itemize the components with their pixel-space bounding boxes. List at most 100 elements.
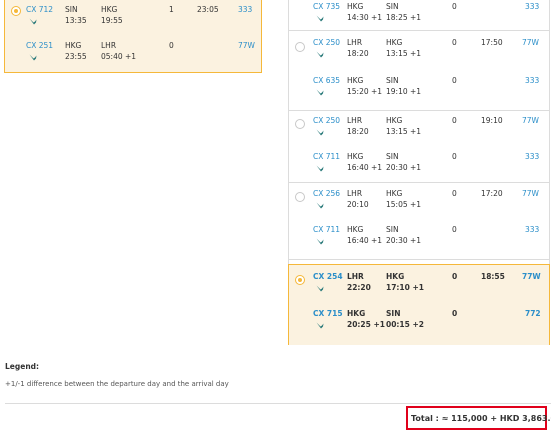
segment-row: CX 712 SIN HKG 13:35 19:55 1 23:05 333 — [5, 0, 261, 27]
flight-number-link[interactable]: CX 254 — [313, 272, 343, 282]
cathay-brushwing-icon — [316, 284, 324, 292]
journey-duration: 23:05 — [197, 5, 219, 14]
cathay-brushwing-icon — [316, 237, 324, 245]
inbound-option[interactable]: CX 256 LHR HKG 20:10 15:05 +1 0 17:20 77… — [289, 183, 549, 260]
aircraft-type-link[interactable]: 333 — [525, 76, 539, 86]
departure-time: 16:40 +1 — [347, 163, 383, 172]
outbound-selected-option[interactable]: CX 712 SIN HKG 13:35 19:55 1 23:05 333 C… — [4, 0, 262, 73]
arrival-time: 17:10 +1 — [386, 283, 424, 292]
cathay-brushwing-icon — [316, 164, 324, 172]
destination-airport: HKG — [386, 116, 403, 125]
divider — [5, 403, 551, 404]
legend-title: Legend: — [5, 362, 40, 371]
journey-duration: 19:10 — [481, 116, 503, 125]
aircraft-type-link[interactable]: 77W — [522, 272, 541, 282]
departure-time: 20:25 +1 — [347, 320, 385, 329]
aircraft-type-link[interactable]: 77W — [522, 116, 539, 126]
aircraft-type-link[interactable]: 772 — [525, 309, 541, 319]
inbound-option[interactable]: CX 735 HKG SIN 14:30 +1 18:25 +1 0 333 — [289, 0, 549, 31]
arrival-time: 13:15 +1 — [386, 49, 422, 58]
flight-number-link[interactable]: CX 711 — [313, 225, 340, 235]
stops-count: 0 — [169, 41, 174, 50]
cathay-brushwing-icon — [316, 14, 324, 22]
origin-airport: HKG — [347, 309, 366, 318]
origin-airport: HKG — [347, 76, 364, 85]
destination-airport: HKG — [386, 38, 403, 47]
segment-row: CX 254 LHR HKG 22:20 17:10 +1 0 18:55 77… — [289, 270, 549, 298]
destination-airport: SIN — [386, 76, 399, 85]
arrival-time: 19:55 — [101, 16, 123, 25]
destination-airport: SIN — [386, 309, 401, 318]
arrival-time: 15:05 +1 — [386, 200, 422, 209]
inbound-options-list: CX 735 HKG SIN 14:30 +1 18:25 +1 0 333 C… — [288, 0, 550, 345]
destination-airport: HKG — [101, 5, 118, 14]
aircraft-type-link[interactable]: 333 — [525, 225, 539, 235]
segment-row: CX 250 LHR HKG 18:20 13:15 +1 0 17:50 77… — [289, 37, 549, 65]
flight-number-link[interactable]: CX 735 — [313, 2, 340, 12]
departure-time: 23:55 — [65, 52, 87, 61]
arrival-time: 13:15 +1 — [386, 127, 422, 136]
departure-time: 15:20 +1 — [347, 87, 383, 96]
segment-row: CX 711 HKG SIN 16:40 +1 20:30 +1 0 333 — [289, 224, 549, 252]
legend-text: +1/-1 difference between the departure d… — [5, 380, 229, 388]
origin-airport: SIN — [65, 5, 78, 14]
stops-count: 0 — [452, 152, 457, 161]
segment-row: CX 735 HKG SIN 14:30 +1 18:25 +1 0 333 — [289, 0, 549, 27]
origin-airport: LHR — [347, 189, 363, 198]
cathay-brushwing-icon — [316, 128, 324, 136]
stops-count: 0 — [452, 225, 457, 234]
destination-airport: SIN — [386, 152, 399, 161]
arrival-time: 00:15 +2 — [386, 320, 424, 329]
flight-number-link[interactable]: CX 250 — [313, 38, 340, 48]
stops-count: 0 — [452, 189, 457, 198]
segment-row: CX 711 HKG SIN 16:40 +1 20:30 +1 0 333 — [289, 151, 549, 179]
cathay-brushwing-icon — [316, 321, 324, 329]
arrival-time: 20:30 +1 — [386, 163, 422, 172]
segment-row: CX 251 HKG LHR 23:55 05:40 +1 0 77W — [5, 38, 261, 66]
journey-duration: 17:50 — [481, 38, 503, 47]
segment-row: CX 715 HKG SIN 20:25 +1 00:15 +2 0 772 — [289, 308, 549, 336]
total-price: Total : ≈ 115,000 + HKD 3,863.00 — [411, 414, 551, 423]
aircraft-type-link[interactable]: 333 — [525, 152, 539, 162]
inbound-option[interactable]: CX 250 LHR HKG 18:20 13:15 +1 0 17:50 77… — [289, 31, 549, 111]
flight-number-link[interactable]: CX 635 — [313, 76, 340, 86]
flight-number-link[interactable]: CX 712 — [26, 5, 53, 15]
journey-duration: 17:20 — [481, 189, 503, 198]
origin-airport: HKG — [347, 2, 364, 11]
flight-number-link[interactable]: CX 711 — [313, 152, 340, 162]
flight-number-link[interactable]: CX 251 — [26, 41, 53, 51]
inbound-option[interactable]: CX 250 LHR HKG 18:20 13:15 +1 0 19:10 77… — [289, 111, 549, 183]
stops-count: 0 — [452, 309, 458, 318]
departure-time: 14:30 +1 — [347, 13, 383, 22]
aircraft-type-link[interactable]: 333 — [525, 2, 539, 12]
origin-airport: HKG — [347, 225, 364, 234]
arrival-time: 05:40 +1 — [101, 52, 137, 61]
flight-number-link[interactable]: CX 250 — [313, 116, 340, 126]
aircraft-type-link[interactable]: 333 — [238, 5, 252, 15]
flight-number-link[interactable]: CX 256 — [313, 189, 340, 199]
stops-count: 0 — [452, 116, 457, 125]
departure-time: 13:35 — [65, 16, 87, 25]
destination-airport: HKG — [386, 272, 405, 281]
destination-airport: LHR — [101, 41, 117, 50]
origin-airport: LHR — [347, 38, 363, 47]
aircraft-type-link[interactable]: 77W — [238, 41, 255, 51]
arrival-time: 19:10 +1 — [386, 87, 422, 96]
arrival-time: 20:30 +1 — [386, 236, 422, 245]
origin-airport: HKG — [65, 41, 82, 50]
cathay-brushwing-icon — [316, 201, 324, 209]
departure-time: 18:20 — [347, 49, 369, 58]
journey-duration: 18:55 — [481, 272, 505, 281]
segment-row: CX 635 HKG SIN 15:20 +1 19:10 +1 0 333 — [289, 75, 549, 103]
inbound-option-selected[interactable]: CX 254 LHR HKG 22:20 17:10 +1 0 18:55 77… — [288, 264, 550, 345]
origin-airport: HKG — [347, 152, 364, 161]
segment-row: CX 256 LHR HKG 20:10 15:05 +1 0 17:20 77… — [289, 187, 549, 215]
cathay-brushwing-icon — [29, 53, 37, 61]
stops-count: 0 — [452, 76, 457, 85]
departure-time: 20:10 — [347, 200, 369, 209]
destination-airport: SIN — [386, 225, 399, 234]
aircraft-type-link[interactable]: 77W — [522, 38, 539, 48]
aircraft-type-link[interactable]: 77W — [522, 189, 539, 199]
flight-number-link[interactable]: CX 715 — [313, 309, 343, 319]
segment-row: CX 250 LHR HKG 18:20 13:15 +1 0 19:10 77… — [289, 115, 549, 143]
